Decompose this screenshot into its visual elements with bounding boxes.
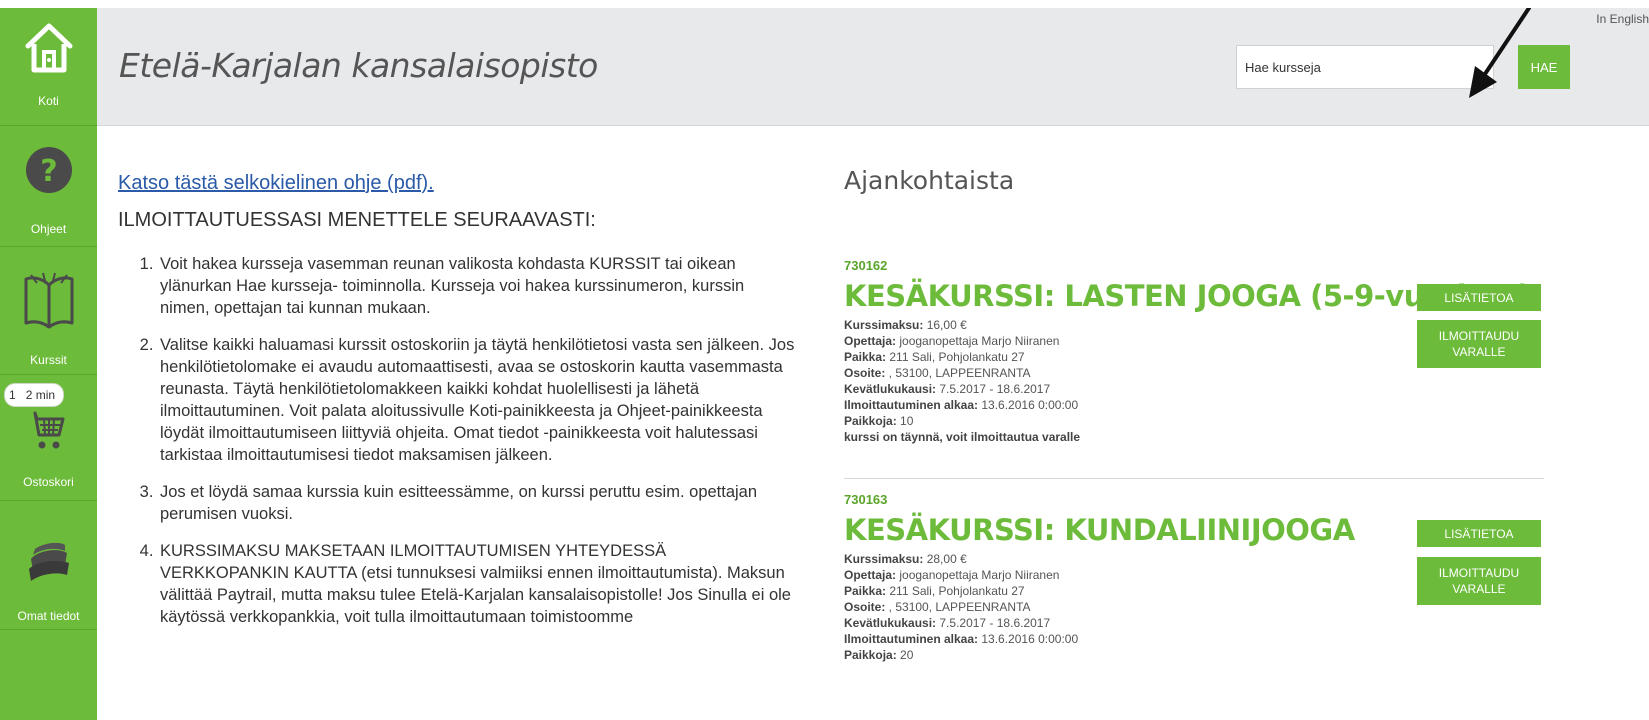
list-item: KURSSIMAKSU MAKSETAAN ILMOITTAUTUMISEN Y… xyxy=(158,540,798,628)
list-item: Voit hakea kursseja vasemman reunan vali… xyxy=(158,253,798,319)
register-waitlist-button[interactable]: ILMOITTAUDU VARALLE xyxy=(1417,557,1541,605)
cart-icon xyxy=(33,411,64,449)
sidebar-item-cart[interactable]: 1 2 min Ostoskori xyxy=(0,375,97,501)
course-number: 730163 xyxy=(844,492,888,507)
language-link[interactable]: In English xyxy=(1596,12,1649,26)
register-waitlist-button[interactable]: ILMOITTAUDU VARALLE xyxy=(1417,320,1541,368)
divider xyxy=(844,478,1544,479)
detail-row: Kevätlukukausi: 7.5.2017 - 18.6.2017 xyxy=(844,616,1051,630)
course-full-note: kurssi on täynnä, voit ilmoittautua vara… xyxy=(844,430,1081,444)
sidebar-item-help[interactable]: ? Ohjeet xyxy=(0,126,97,247)
sidebar-item-courses[interactable]: Kurssit xyxy=(0,247,97,375)
detail-row: Ilmoittautuminen alkaa: 13.6.2016 0:00:0… xyxy=(844,632,1079,646)
sidebar-item-home[interactable]: Koti xyxy=(0,8,97,126)
cart-time: 2 min xyxy=(25,388,56,402)
cart-count: 1 xyxy=(9,388,16,402)
sidebar-item-label: Omat tiedot xyxy=(17,609,80,623)
question-icon: ? xyxy=(25,147,72,193)
more-info-button[interactable]: LISÄTIETOA xyxy=(1417,284,1541,311)
detail-row: Paikkoja: 20 xyxy=(844,648,914,662)
instructions-list: Voit hakea kursseja vasemman reunan vali… xyxy=(118,253,798,628)
detail-row: Ilmoittautuminen alkaa: 13.6.2016 0:00:0… xyxy=(844,398,1079,412)
sidebar-item-label: Koti xyxy=(38,94,59,108)
svg-text:?: ? xyxy=(40,154,57,189)
instructions-section: Katso tästä selkokielinen ohje (pdf). IL… xyxy=(118,160,798,643)
sidebar-item-label: Ohjeet xyxy=(30,222,67,236)
sidebar-item-label: Kurssit xyxy=(30,353,67,367)
header: Etelä-Karjalan kansalaisopisto In Englis… xyxy=(97,8,1649,126)
cart-timer-badge: 1 2 min xyxy=(4,383,65,407)
sidebar-item-label: Ostoskori xyxy=(23,475,74,489)
detail-row: Kevätlukukausi: 7.5.2017 - 18.6.2017 xyxy=(844,382,1051,396)
plain-language-guide-link[interactable]: Katso tästä selkokielinen ohje (pdf). xyxy=(118,172,798,195)
search-input[interactable] xyxy=(1236,45,1494,89)
instructions-heading: ILMOITTAUTUESSASI MENETTELE SEURAAVASTI: xyxy=(118,209,596,231)
course-number: 730162 xyxy=(844,258,888,273)
home-icon xyxy=(25,23,72,73)
book-icon xyxy=(24,272,73,329)
list-item: Jos et löydä samaa kurssia kuin esittees… xyxy=(158,481,798,525)
news-heading: Ajankohtaista xyxy=(844,166,1015,195)
detail-row: Paikkoja: 10 xyxy=(844,414,914,428)
list-item: Valitse kaikki haluamasi kurssit ostosko… xyxy=(158,334,798,466)
sidebar-item-my-info[interactable]: Omat tiedot xyxy=(0,501,97,630)
annotation-arrow-icon xyxy=(1469,8,1531,98)
site-title: Etelä-Karjalan kansalaisopisto xyxy=(119,46,598,85)
sidebar: Koti ? Ohjeet Kurssit 1 2 min Ostoskori xyxy=(0,8,97,720)
user-cards-icon xyxy=(28,542,69,581)
more-info-button[interactable]: LISÄTIETOA xyxy=(1417,520,1541,547)
